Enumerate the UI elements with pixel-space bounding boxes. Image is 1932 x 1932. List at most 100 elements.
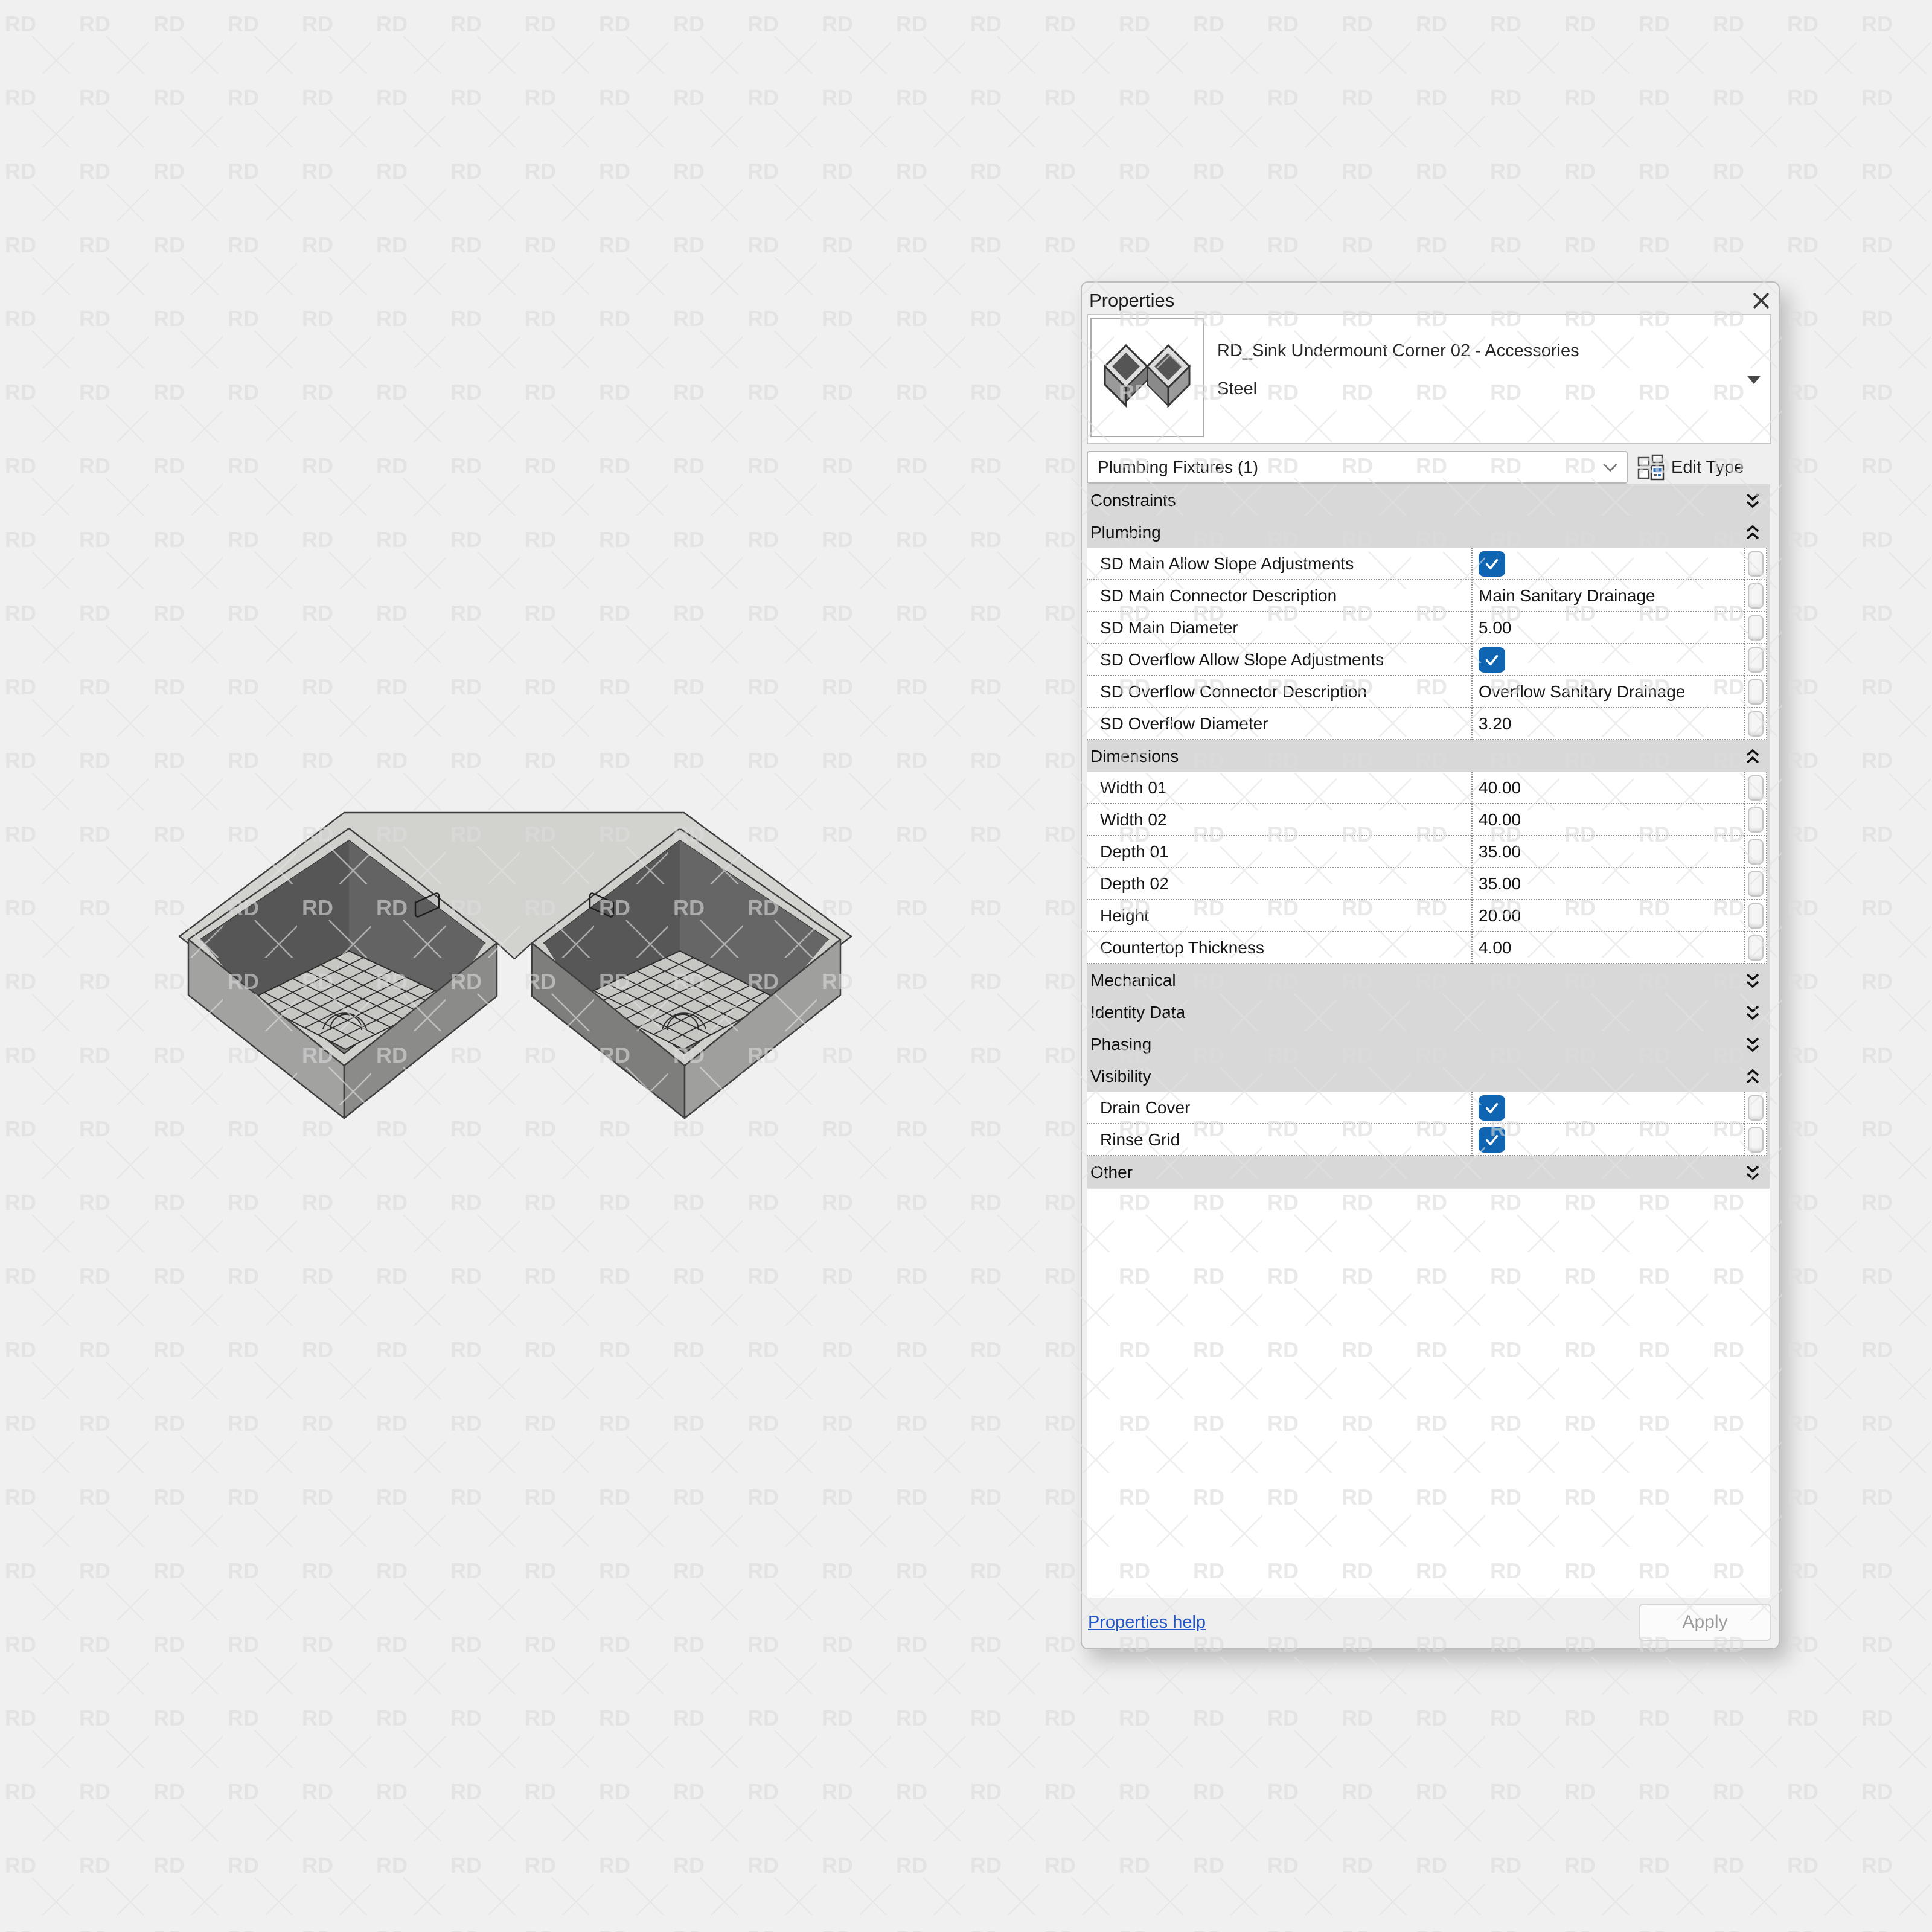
sink-3d-model[interactable] [172,803,860,1123]
property-row: SD Overflow Allow Slope Adjustments [1087,644,1770,676]
property-row: SD Main Connector Description Main Sanit… [1087,580,1770,612]
associate-parameter-button[interactable] [1748,711,1764,737]
section-header-constraints[interactable]: Constraints [1087,484,1770,516]
double-chevron-down-icon[interactable] [1745,1003,1761,1022]
check-icon [1483,555,1501,572]
checkbox-checked[interactable] [1479,1127,1505,1153]
associate-parameter-button[interactable] [1748,647,1764,673]
section-label: Mechanical [1090,971,1176,990]
category-filter-combo[interactable]: Plumbing Fixtures (1) [1087,451,1628,484]
edit-type-button[interactable]: Edit Type [1637,453,1744,481]
property-label: Height [1087,900,1471,932]
empty-properties-area [1087,1188,1770,1598]
associate-parameter-cell [1744,1124,1767,1156]
section-label: Visibility [1090,1067,1151,1086]
property-value-cell [1471,1092,1744,1124]
property-label: Countertop Thickness [1087,932,1471,964]
property-value[interactable]: Main Sanitary Drainage [1471,580,1744,612]
double-chevron-up-icon[interactable] [1745,523,1761,542]
associate-parameter-button[interactable] [1748,679,1764,705]
section-header-dimensions[interactable]: Dimensions [1087,740,1770,772]
property-value[interactable]: 5.00 [1471,612,1744,644]
apply-button[interactable]: Apply [1639,1604,1771,1641]
property-row: SD Overflow Connector Description Overfl… [1087,676,1770,708]
desktop-background: Properties [0,0,1932,1932]
associate-parameter-button[interactable] [1748,839,1764,865]
properties-panel: Properties [1081,281,1780,1649]
associate-parameter-cell [1744,836,1767,868]
associate-parameter-cell [1744,804,1767,836]
double-chevron-up-icon[interactable] [1745,747,1761,766]
associate-parameter-button[interactable] [1748,615,1764,641]
associate-parameter-cell [1744,580,1767,612]
associate-parameter-button[interactable] [1748,903,1764,929]
associate-parameter-cell [1744,644,1767,676]
double-chevron-up-icon[interactable] [1745,1067,1761,1086]
property-value[interactable]: 3.20 [1471,708,1744,740]
property-label: SD Main Allow Slope Adjustments [1087,548,1471,580]
property-row: SD Main Allow Slope Adjustments [1087,548,1770,580]
property-label: Width 02 [1087,804,1471,836]
associate-parameter-cell [1744,708,1767,740]
double-chevron-down-icon[interactable] [1745,1163,1761,1182]
properties-grid: Constraints Plumbing SD Main Allow Slope… [1087,484,1770,1188]
family-name-line1: RD_Sink Undermount Corner 02 - Accessori… [1217,332,1734,370]
double-chevron-down-icon[interactable] [1745,1035,1761,1054]
property-row: SD Main Diameter 5.00 [1087,612,1770,644]
type-preview[interactable]: RD_Sink Undermount Corner 02 - Accessori… [1087,314,1771,444]
section-label: Plumbing [1090,523,1161,542]
section-header-phasing[interactable]: Phasing [1087,1028,1770,1060]
checkbox-checked[interactable] [1479,647,1505,673]
associate-parameter-button[interactable] [1748,1095,1764,1121]
associate-parameter-button[interactable] [1748,583,1764,609]
double-chevron-down-icon[interactable] [1745,491,1761,510]
associate-parameter-button[interactable] [1748,935,1764,961]
checkbox-checked[interactable] [1479,1095,1505,1121]
property-value[interactable]: Overflow Sanitary Drainage [1471,676,1744,708]
category-filter-value: Plumbing Fixtures (1) [1098,458,1258,477]
associate-parameter-button[interactable] [1748,551,1764,577]
section-header-plumbing[interactable]: Plumbing [1087,516,1770,548]
property-row: Depth 02 35.00 [1087,868,1770,900]
check-icon [1483,1131,1501,1148]
property-label: Drain Cover [1087,1092,1471,1124]
section-header-identity-data[interactable]: Identity Data [1087,996,1770,1028]
family-name: RD_Sink Undermount Corner 02 - Accessori… [1206,315,1770,443]
chevron-down-icon [1602,462,1618,472]
associate-parameter-button[interactable] [1748,775,1764,801]
property-value-cell [1471,1124,1744,1156]
property-label: SD Overflow Diameter [1087,708,1471,740]
property-value[interactable]: 20.00 [1471,900,1744,932]
family-thumbnail [1090,318,1204,437]
type-selector-row: Plumbing Fixtures (1) Edit Type [1087,450,1771,484]
property-label: SD Overflow Allow Slope Adjustments [1087,644,1471,676]
property-row: Width 01 40.00 [1087,772,1770,804]
section-label: Other [1090,1163,1133,1182]
checkbox-checked[interactable] [1479,551,1505,577]
panel-footer: Properties help Apply [1088,1602,1771,1642]
property-label: Depth 02 [1087,868,1471,900]
double-chevron-down-icon[interactable] [1745,971,1761,990]
associate-parameter-button[interactable] [1748,1127,1764,1153]
property-value[interactable]: 35.00 [1471,868,1744,900]
property-value-cell [1471,644,1744,676]
property-label: Width 01 [1087,772,1471,804]
property-value[interactable]: 4.00 [1471,932,1744,964]
property-label: SD Main Connector Description [1087,580,1471,612]
check-icon [1483,1099,1501,1116]
section-header-mechanical[interactable]: Mechanical [1087,964,1770,996]
section-header-other[interactable]: Other [1087,1156,1770,1188]
property-value[interactable]: 40.00 [1471,772,1744,804]
associate-parameter-button[interactable] [1748,871,1764,897]
associate-parameter-cell [1744,900,1767,932]
associate-parameter-button[interactable] [1748,807,1764,833]
section-header-visibility[interactable]: Visibility [1087,1060,1770,1092]
close-button[interactable] [1751,290,1771,311]
property-value[interactable]: 35.00 [1471,836,1744,868]
property-value-cell [1471,548,1744,580]
section-label: Constraints [1090,491,1176,510]
property-row: Rinse Grid [1087,1124,1770,1156]
preview-dropdown-icon[interactable] [1747,376,1761,385]
properties-help-link[interactable]: Properties help [1088,1613,1206,1633]
property-value[interactable]: 40.00 [1471,804,1744,836]
